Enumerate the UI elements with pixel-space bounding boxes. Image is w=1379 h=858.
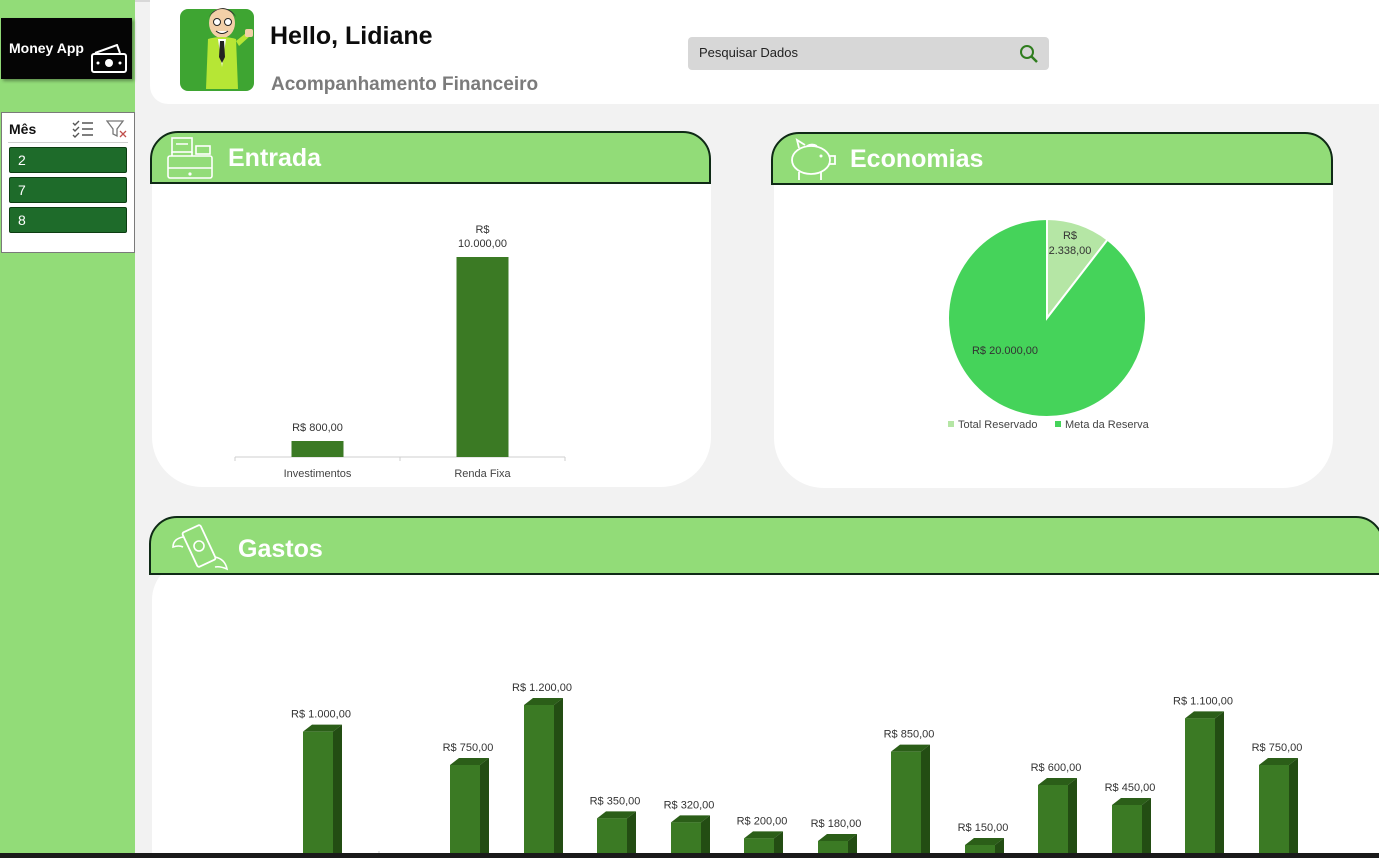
data-label: R$ 750,00 (1252, 742, 1303, 754)
entrada-bar-chart: R$ 800,00 Investimentos R$ 10.000,00 Renda F… (234, 224, 566, 480)
app-logo: Money App (1, 18, 132, 79)
greeting: Hello, Lidiane (270, 22, 433, 50)
data-label: R$ 1.200,00 (512, 682, 572, 694)
piggy-bank-icon (791, 138, 836, 180)
avatar (180, 8, 254, 91)
bar-side (1142, 798, 1151, 858)
data-label: R$ 1.000,00 (291, 709, 351, 721)
bar (1185, 718, 1215, 858)
entrada-card: R$ 800,00 Investimentos R$ 10.000,00 Renda F… (152, 150, 711, 487)
gastos-title: Gastos (238, 535, 323, 563)
bar (456, 257, 509, 457)
slicer-item[interactable]: 2 (9, 147, 127, 173)
money-icon (91, 44, 127, 73)
gastos-header: Gastos (149, 516, 1379, 575)
legend-swatch (1055, 421, 1061, 427)
data-label: R$ 20.000,00 (972, 345, 1038, 357)
slicer-item[interactable]: 7 (9, 177, 127, 203)
sidebar: Money App Mês 2 7 8 (0, 0, 135, 858)
page-subtitle: Acompanhamento Financeiro (271, 74, 539, 95)
data-label: R$ 350,00 (590, 795, 641, 807)
bar-side (1289, 758, 1298, 858)
bar-side (1068, 778, 1077, 858)
app-name: Money App (9, 40, 84, 56)
bar (1259, 765, 1289, 858)
search-icon[interactable] (1019, 44, 1039, 64)
economias-card: R$ 2.338,00 R$ 20.000,00 Total Reservado Met… (774, 150, 1333, 488)
data-label: R$ 800,00 (292, 422, 343, 434)
data-label: R$ 200,00 (737, 815, 788, 827)
pie-slice (947, 217, 1147, 418)
data-label: 10.000,00 (458, 238, 507, 250)
slicer-item[interactable]: 8 (9, 207, 127, 233)
tick-label: Investimentos (284, 468, 352, 480)
data-label: R$ (475, 224, 489, 236)
bar (303, 731, 333, 858)
flying-money-icon (172, 524, 229, 571)
economias-title: Economias (850, 145, 984, 173)
data-label: R$ 320,00 (664, 799, 715, 811)
bar-side (480, 758, 489, 858)
bar (450, 765, 480, 858)
economias-pie-chart: R$ 2.338,00 R$ 20.000,00 Total Reservado Met… (947, 217, 1150, 431)
search-placeholder: Pesquisar Dados (699, 45, 798, 60)
data-label: R$ 1.100,00 (1173, 695, 1233, 707)
search-input[interactable]: Pesquisar Dados (688, 37, 1049, 70)
slicer-title: Mês (9, 121, 37, 137)
bar-side (701, 815, 710, 858)
entrada-header: Entrada (150, 131, 711, 184)
window-bottom-bar (0, 853, 1379, 858)
economias-header: Economias (771, 132, 1333, 185)
bar-side (554, 698, 563, 858)
data-label: R$ 750,00 (443, 742, 494, 754)
tick-label: Renda Fixa (454, 468, 511, 480)
clear-filter-icon[interactable] (106, 119, 128, 139)
month-slicer: Mês 2 7 8 (1, 112, 135, 253)
legend-label: Meta da Reserva (1065, 419, 1150, 431)
slicer-divider (8, 142, 128, 143)
entrada-title: Entrada (228, 144, 322, 172)
bar (524, 705, 554, 858)
bar-side (627, 811, 636, 858)
data-label: R$ 150,00 (958, 822, 1009, 834)
legend-label: Total Reservado (958, 419, 1038, 431)
bar (1038, 785, 1068, 858)
bar-side (333, 724, 342, 858)
cash-register-icon (167, 137, 213, 179)
bar (1112, 805, 1142, 858)
data-label: R$ (1063, 230, 1077, 242)
bar-side (1215, 711, 1224, 858)
gastos-bar-chart: R$ 1.000,00 R$ 750,00 R$ 1.200,00 R$ 350,00… (291, 682, 1303, 858)
gastos-card: R$ 1.000,00 R$ 750,00 R$ 1.200,00 R$ 350,00… (152, 560, 1379, 858)
data-label: R$ 600,00 (1031, 762, 1082, 774)
data-label: R$ 180,00 (811, 818, 862, 830)
legend-swatch (948, 421, 954, 427)
data-label: R$ 850,00 (884, 729, 935, 741)
multi-select-icon[interactable] (72, 119, 94, 139)
bar (291, 441, 344, 457)
data-label: 2.338,00 (1049, 245, 1092, 257)
data-label: R$ 450,00 (1105, 782, 1156, 794)
bar-side (921, 744, 930, 858)
bar (891, 751, 921, 858)
